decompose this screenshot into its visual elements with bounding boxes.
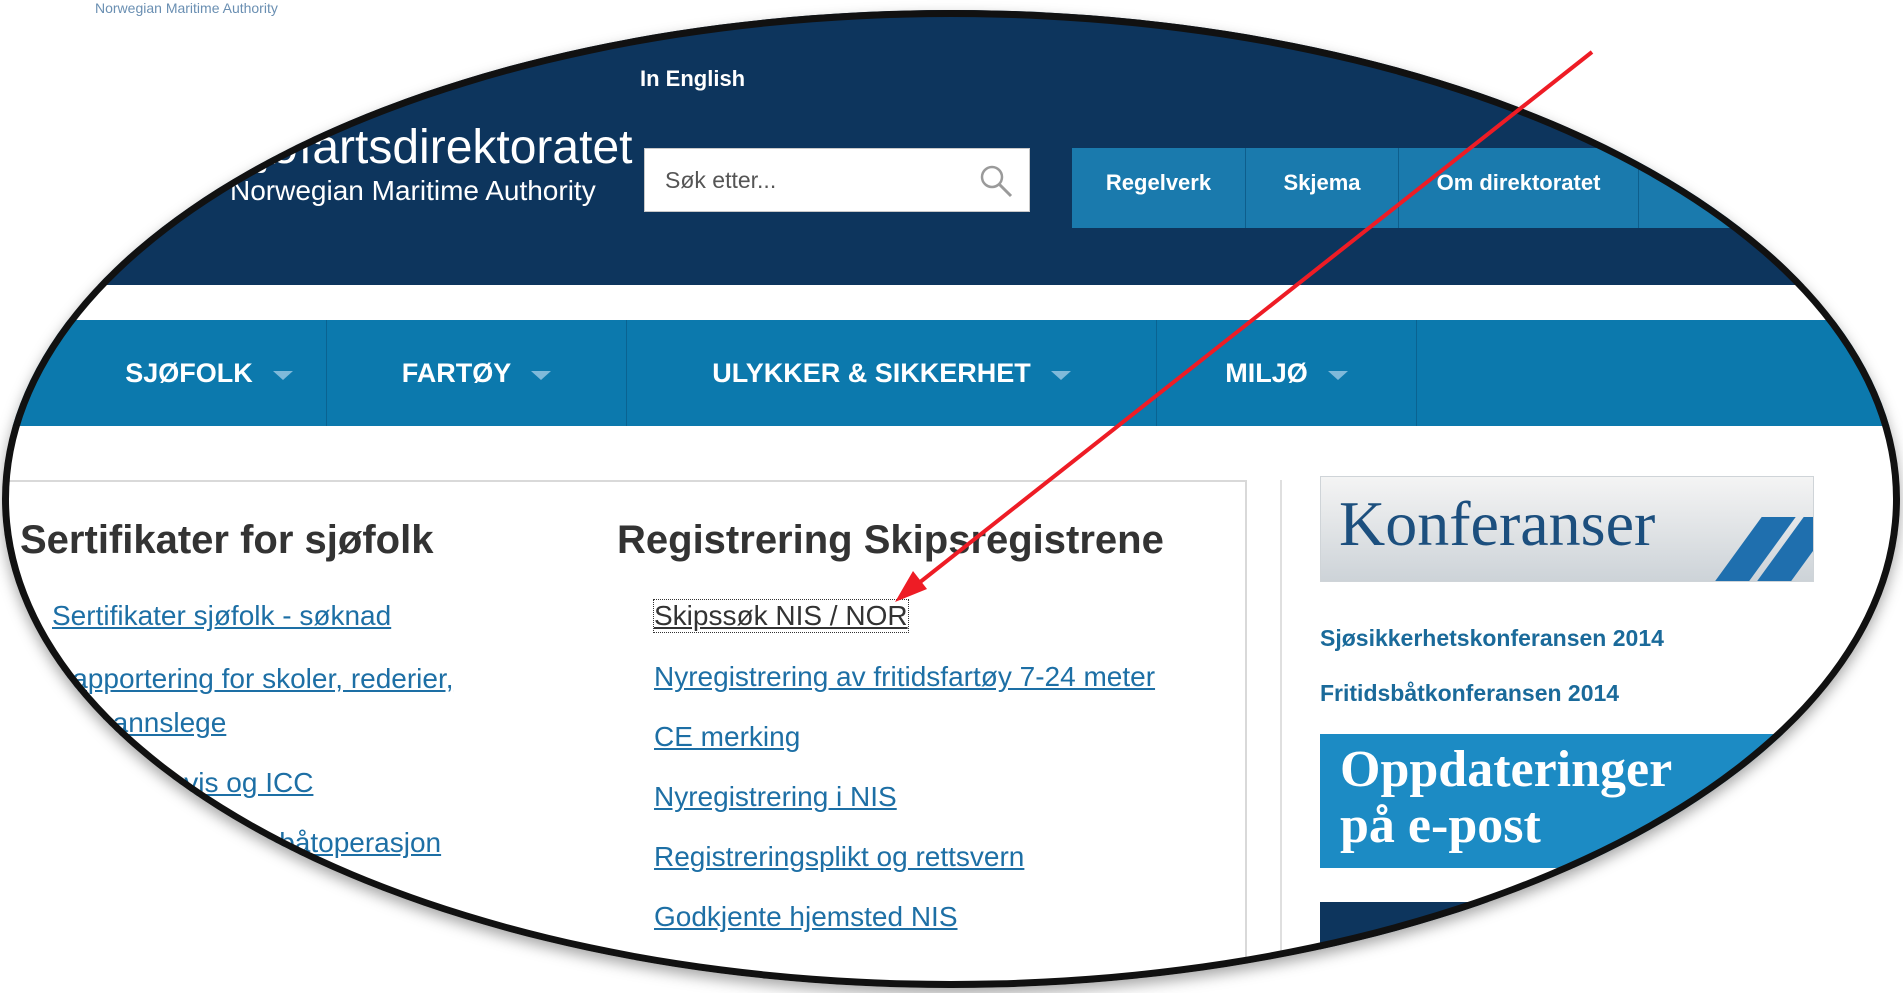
heading-sertifikater: Sertifikater for sjøfolk [20, 518, 434, 562]
tab-om-direktoratet[interactable]: Om direktoratet [1399, 148, 1639, 228]
link-batforerbevis[interactable]: Båtførerbevis og ICC [52, 767, 313, 799]
heading-registrering: Registrering Skipsregistrene [617, 518, 1164, 562]
link-godkjente-hjemsted[interactable]: Godkjente hjemsted NIS [654, 901, 958, 933]
link-nyregistrering-fritid[interactable]: Nyregistrering av fritidsfartøy 7-24 met… [654, 661, 1155, 693]
link-skipssok[interactable]: Skipssøk NIS / NOR [653, 599, 909, 633]
link-nyregistrering-nis[interactable]: Nyregistrering i NIS [654, 781, 897, 813]
link-sertifikater-soknad[interactable]: Sertifikater sjøfolk - søknad [52, 600, 391, 632]
nav-item-sjofolk[interactable]: SJØFOLK [2, 320, 327, 426]
nav-item-label: SJØFOLK [125, 357, 253, 388]
nav-item-ulykker-sikkerhet[interactable]: ULYKKER & SIKKERHET [627, 320, 1157, 426]
chevron-down-icon [272, 370, 293, 380]
banner-konferanser[interactable]: Konferanser [1320, 476, 1814, 582]
search-input[interactable] [663, 163, 967, 197]
banner-konferanser-text: Konferanser [1339, 488, 1656, 559]
search-icon[interactable] [978, 163, 1014, 199]
banner-oppdateringer[interactable]: Oppdateringer på e-post [1320, 734, 1790, 868]
link-registreringsplikt[interactable]: Registreringsplikt og rettsvern [654, 841, 1024, 873]
logo-title[interactable]: Sjøfartsdirektoratet [227, 120, 632, 175]
chevron-down-icon [531, 370, 552, 380]
magnified-view: In English Sjøfartsdirektoratet Norwegia… [2, 10, 1900, 988]
tab-skjema[interactable]: Skjema [1246, 148, 1399, 228]
tab-regelverk[interactable]: Regelverk [1072, 148, 1246, 228]
link-fritidsbatkonferansen[interactable]: Fritidsbåtkonferansen 2014 [1320, 680, 1619, 707]
language-link[interactable]: In English [640, 66, 745, 92]
banner-dark[interactable]: N [1320, 902, 1780, 988]
main-nav: SJØFOLK FARTØY ULYKKER & SIKKERHET MILJØ [2, 320, 1900, 426]
tab-more[interactable] [1639, 148, 1819, 228]
banner-oppdateringer-line2: på e-post [1340, 797, 1541, 854]
sidebar-divider [1280, 480, 1282, 988]
search-box[interactable] [644, 148, 1030, 212]
site-header: In English Sjøfartsdirektoratet Norwegia… [2, 10, 1900, 285]
nav-item-fartoy[interactable]: FARTØY [327, 320, 627, 426]
nav-item-label: ULYKKER & SIKKERHET [712, 357, 1031, 388]
nav-item-label: MILJØ [1225, 357, 1308, 388]
logo-subtitle: Norwegian Maritime Authority [230, 175, 596, 206]
nav-item-label: FARTØY [401, 357, 512, 388]
nav-item-miljo[interactable]: MILJØ [1157, 320, 1417, 426]
chevron-down-icon [1050, 370, 1071, 380]
banner-oppdateringer-line1: Oppdateringer [1340, 741, 1673, 798]
chevron-down-icon [1327, 370, 1348, 380]
link-sjosikkerhetskonferansen[interactable]: Sjøsikkerhetskonferansen 2014 [1320, 625, 1664, 652]
link-rapportering[interactable]: Rapportering for skoler, rederier, [52, 663, 454, 695]
link-ce-merking[interactable]: CE merking [654, 721, 800, 753]
banner-dark-text: N [1342, 923, 1389, 988]
link-sjomannslege[interactable]: sjømannslege [52, 707, 226, 739]
link-hurtigbat[interactable]: Sertifikat for hurtigbåtoperasjon [52, 827, 441, 859]
utility-nav: Regelverk Skjema Om direktoratet [1072, 148, 1819, 228]
